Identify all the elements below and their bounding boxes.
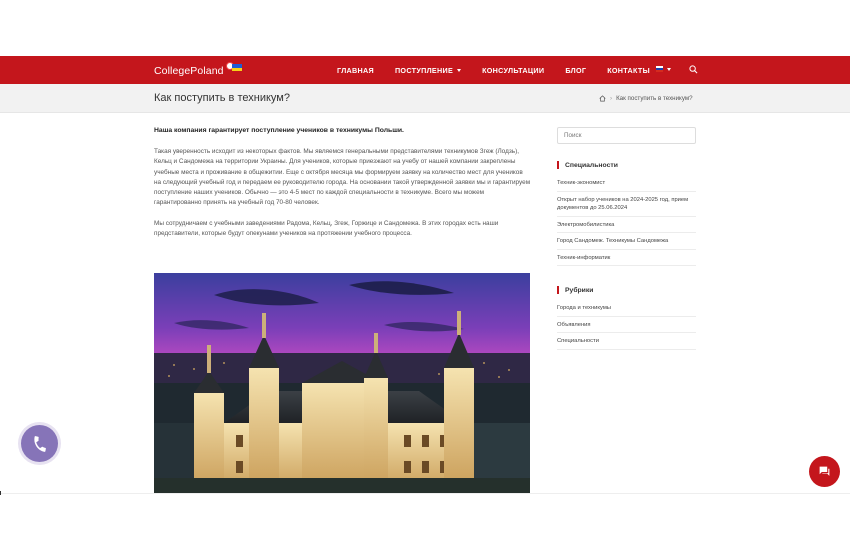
sidebar: Специальности Техник-экономист Открыт на… [557,124,696,350]
widget-specialties: Специальности Техник-экономист Открыт на… [557,161,696,266]
logo-flags-icon [225,62,242,72]
sidebar-search-input[interactable] [557,127,696,144]
scroll-marker [0,491,1,495]
breadcrumb-separator: › [610,95,613,102]
list-item[interactable]: Техник-экономист [557,175,696,192]
list-item[interactable]: Открыт набор учеников на 2024-2025 год, … [557,192,696,217]
home-icon[interactable] [599,95,606,102]
main-menu: ГЛАВНАЯ ПОСТУПЛЕНИЕ КОНСУЛЬТАЦИИ БЛОГ КО… [337,56,671,84]
page-header-bar: Как поступить в техникум? › Как поступит… [0,84,850,113]
chevron-down-icon [457,68,462,72]
article-image [154,273,530,494]
widget-list: Техник-экономист Открыт набор учеников н… [557,175,696,266]
page-title: Как поступить в техникум? [154,92,290,104]
widget-title: Специальности [557,161,696,169]
breadcrumb-current: Как поступить в техникум? [616,95,693,102]
phone-icon [33,435,46,452]
list-item[interactable]: Техник-информатик [557,250,696,266]
menu-item-home[interactable]: ГЛАВНАЯ [337,66,374,75]
list-item[interactable]: Город Сандомеж. Техникумы Сандомежа [557,233,696,250]
language-switcher[interactable] [656,66,671,72]
call-button[interactable] [21,425,58,462]
logo-text: CollegePoland [154,65,224,77]
article-paragraph: Такая уверенность исходит из некоторых ф… [154,148,531,207]
chat-button[interactable] [809,456,840,487]
list-item[interactable]: Города и техникумы [557,300,696,317]
article-content: Наша компания гарантирует поступление уч… [154,126,531,239]
widget-categories: Рубрики Города и техникумы Объявления Сп… [557,286,696,350]
breadcrumb: › Как поступить в техникум? [599,95,693,102]
article-lead: Наша компания гарантирует поступление уч… [154,127,404,134]
menu-item-consultations[interactable]: КОНСУЛЬТАЦИИ [482,66,544,75]
chat-icon [819,466,830,476]
russian-flag-icon [656,66,663,72]
widget-list: Города и техникумы Объявления Специально… [557,300,696,350]
menu-item-blog[interactable]: БЛОГ [565,66,586,75]
main-navbar: CollegePoland ГЛАВНАЯ ПОСТУПЛЕНИЕ КОНСУЛ… [0,56,850,84]
search-icon[interactable] [689,65,698,74]
menu-item-admission[interactable]: ПОСТУПЛЕНИЕ [395,66,462,75]
widget-title: Рубрики [557,286,696,294]
divider [0,493,850,494]
top-spacer [0,0,850,56]
chevron-down-icon [667,67,671,71]
article-paragraph: Мы сотрудничаем с учебными заведениями Р… [154,219,499,238]
menu-item-contacts[interactable]: КОНТАКТЫ [607,66,650,75]
list-item[interactable]: Специальности [557,333,696,350]
list-item[interactable]: Объявления [557,317,696,333]
list-item[interactable]: Электромобилистика [557,217,696,233]
site-logo[interactable]: CollegePoland [154,62,242,78]
